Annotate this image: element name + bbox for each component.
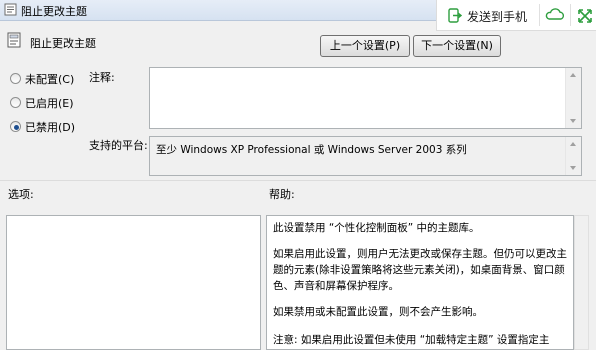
next-setting-button[interactable]: 下一个设置(N) bbox=[413, 35, 501, 57]
radio-label: 已禁用(D) bbox=[25, 121, 76, 134]
help-paragraph: 如果启用此设置，则用户无法更改或保存主题。但仍可以更改主题的元素(除非设置策略将… bbox=[273, 248, 567, 292]
toolbar-divider bbox=[539, 4, 540, 26]
cloud-button[interactable] bbox=[543, 3, 567, 27]
cloud-icon bbox=[545, 8, 565, 20]
scroll-down-icon[interactable] bbox=[570, 166, 576, 170]
help-label: 帮助: bbox=[269, 188, 295, 201]
window-title: 阻止更改主题 bbox=[21, 5, 87, 18]
section-divider bbox=[0, 180, 596, 181]
help-paragraph: 此设置禁用 “个性化控制面板” 中的主题库。 bbox=[273, 222, 480, 234]
help-paragraph: 注意: 如果启用此设置但未使用 “加载特定主题” 设置指定主题， bbox=[273, 334, 550, 346]
radio-circle[interactable] bbox=[10, 97, 21, 108]
extension-toolbar: 发送到手机 bbox=[436, 0, 596, 31]
options-pane bbox=[6, 215, 261, 350]
help-paragraph: 如果禁用或未配置此设置，则不会产生影响。 bbox=[273, 306, 483, 318]
toolbar-divider bbox=[570, 4, 571, 26]
comment-textarea[interactable] bbox=[149, 67, 582, 129]
supported-on-value: 至少 Windows XP Professional 或 Windows Ser… bbox=[156, 144, 467, 156]
options-label: 选项: bbox=[8, 188, 34, 201]
previous-setting-button[interactable]: 上一个设置(P) bbox=[320, 35, 410, 57]
send-to-phone-button[interactable]: 发送到手机 bbox=[439, 3, 537, 27]
policy-window-icon bbox=[4, 3, 17, 16]
comment-scrollbar[interactable] bbox=[565, 68, 581, 128]
policy-name: 阻止更改主题 bbox=[30, 37, 96, 50]
radio-circle[interactable] bbox=[10, 121, 21, 132]
radio-circle[interactable] bbox=[10, 73, 21, 84]
help-pane: 此设置禁用 “个性化控制面板” 中的主题库。 如果启用此设置，则用户无法更改或保… bbox=[266, 215, 574, 350]
supported-scrollbar[interactable] bbox=[565, 137, 581, 175]
scroll-down-icon[interactable] bbox=[570, 119, 576, 123]
radio-label: 已启用(E) bbox=[25, 97, 74, 110]
expand-button[interactable] bbox=[574, 3, 596, 27]
supported-on-field: 至少 Windows XP Professional 或 Windows Ser… bbox=[149, 136, 582, 176]
send-to-phone-icon bbox=[448, 8, 462, 23]
scroll-up-icon[interactable] bbox=[570, 73, 576, 77]
radio-label: 未配置(C) bbox=[25, 73, 75, 86]
send-to-phone-label: 发送到手机 bbox=[467, 10, 528, 24]
comment-label: 注释: bbox=[89, 71, 115, 84]
expand-icon bbox=[578, 9, 592, 23]
policy-setting-icon bbox=[7, 32, 21, 48]
supported-on-label: 支持的平台: bbox=[89, 139, 148, 152]
scroll-up-icon[interactable] bbox=[570, 142, 576, 146]
radio-selected-dot bbox=[14, 125, 19, 130]
help-scrollbar[interactable] bbox=[574, 215, 589, 350]
